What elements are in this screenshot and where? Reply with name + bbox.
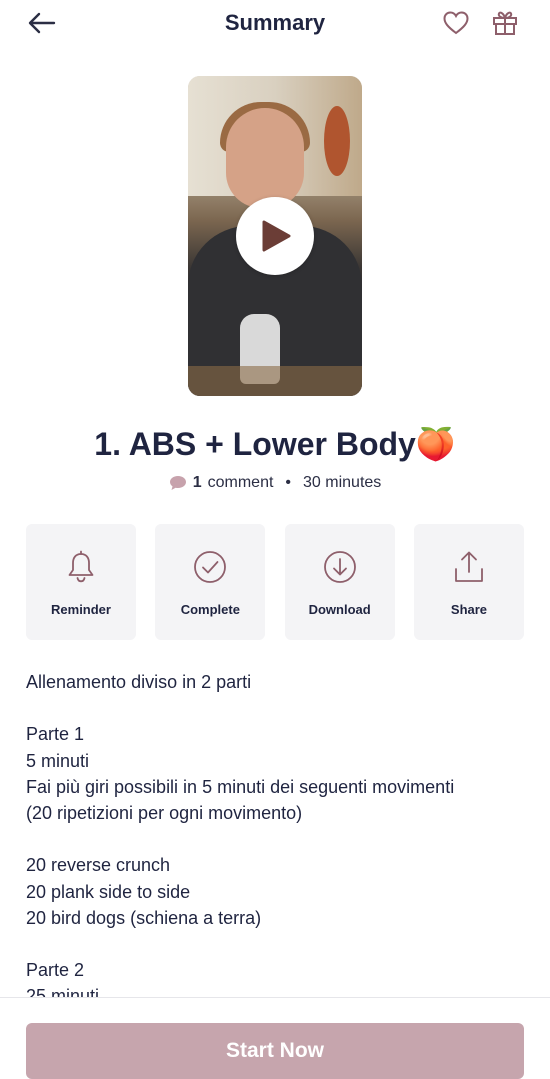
description-line: 25 minuti [26, 986, 100, 997]
description-line: 20 bird dogs (schiena a terra) [26, 907, 262, 928]
description-line: Parte 1 [26, 724, 85, 745]
share-icon [455, 551, 483, 582]
bell-icon [68, 550, 94, 583]
favorite-button[interactable] [440, 8, 472, 38]
complete-button[interactable]: Complete [155, 524, 266, 640]
workout-title: 1. ABS + Lower Body🍑 [94, 426, 456, 462]
play-icon [262, 220, 291, 252]
heart-icon [443, 11, 469, 35]
share-label: Share [450, 602, 488, 617]
play-button[interactable] [236, 197, 314, 275]
description-line: 20 reverse crunch [26, 855, 171, 876]
download-icon [323, 551, 356, 583]
description-line: (20 ripetizioni per ogni movimento) [26, 803, 303, 823]
video-wall-decoration [324, 106, 350, 176]
description-line: 20 plank side to side [26, 881, 191, 902]
reminder-label: Reminder [51, 602, 111, 617]
comment-icon [169, 476, 186, 490]
description-line: Fai più giri possibili in 5 minuti dei s… [26, 776, 455, 797]
start-now-button[interactable]: Start Now [26, 1023, 524, 1079]
download-label: Download [308, 602, 371, 617]
video-person-face [226, 108, 304, 208]
top-bar: Summary [0, 0, 550, 48]
comment-count[interactable]: 1 [193, 474, 202, 492]
gift-button[interactable] [488, 8, 522, 38]
workout-duration: 30 minutes [303, 474, 382, 491]
description-line: Allenamento diviso in 2 parti [26, 672, 252, 692]
check-circle-icon [194, 551, 227, 583]
bottom-bar: Start Now [0, 997, 550, 1079]
complete-label: Complete [180, 602, 240, 617]
meta-separator: • [285, 474, 292, 491]
download-button[interactable]: Download [284, 524, 395, 640]
workout-description: Allenamento diviso in 2 parti Parte 1 5 … [26, 669, 526, 997]
comment-label[interactable]: comment [208, 474, 274, 492]
action-tiles: Reminder Complete Download Share [26, 524, 524, 640]
share-button[interactable]: Share [413, 524, 524, 640]
video-furniture [188, 366, 362, 396]
gift-icon [493, 11, 517, 35]
description-line: 5 minuti [26, 750, 90, 771]
description-line: Parte 2 [26, 960, 85, 981]
reminder-button[interactable]: Reminder [26, 524, 136, 640]
workout-meta: 1 comment • 30 minutes [0, 474, 550, 492]
